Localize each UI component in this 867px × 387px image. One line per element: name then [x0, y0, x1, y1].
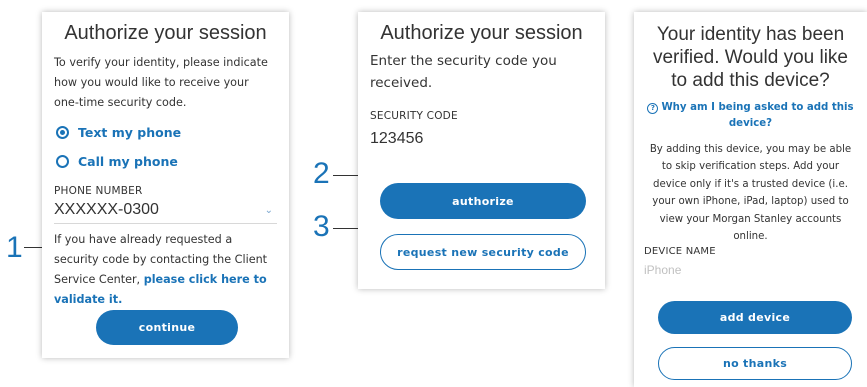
radio-unchecked-icon[interactable] — [56, 154, 69, 168]
verify-method-card: Authorize your session To verify your id… — [42, 12, 289, 358]
phone-number-value[interactable]: XXXXXX-0300 — [54, 201, 159, 219]
chevron-down-icon[interactable]: ⌄ — [265, 205, 273, 216]
continue-button[interactable]: continue — [96, 310, 238, 345]
request-new-code-button[interactable]: request new security code — [380, 234, 586, 270]
option-text-phone[interactable]: Text my phone — [54, 121, 277, 143]
phone-number-select[interactable]: XXXXXX-0300 ⌄ — [54, 197, 277, 224]
callout-1-number: 1 — [6, 231, 23, 264]
security-code-input[interactable]: 123456 — [370, 130, 593, 148]
card2-prompt: Enter the security code you received. — [370, 53, 557, 91]
card3-body: By adding this device, you may be able t… — [649, 144, 852, 243]
no-thanks-button[interactable]: no thanks — [658, 347, 852, 380]
add-device-button[interactable]: add device — [658, 301, 852, 334]
question-circle-icon[interactable]: ? — [647, 103, 659, 114]
card1-title: Authorize your session — [64, 22, 267, 44]
card3-title: Your identity has been verified. Would y… — [652, 24, 849, 91]
device-name-label: DEVICE NAME — [644, 246, 716, 258]
callout-3-number: 3 — [313, 210, 330, 243]
radio-checked-icon[interactable] — [56, 125, 69, 139]
why-add-device-text[interactable]: Why am I being asked to add this device? — [661, 102, 853, 129]
option-text-phone-label[interactable]: Text my phone — [78, 125, 181, 140]
option-call-phone[interactable]: Call my phone — [54, 150, 277, 172]
card1-intro: To verify your identity, please indicate… — [54, 56, 268, 109]
security-code-label: SECURITY CODE — [370, 110, 458, 122]
callout-2-number: 2 — [313, 157, 330, 190]
why-add-device-link[interactable]: ? Why am I being asked to add this device… — [644, 100, 857, 132]
security-code-card: Authorize your session Enter the securit… — [358, 12, 605, 289]
option-call-phone-label[interactable]: Call my phone — [78, 154, 178, 169]
authorize-button[interactable]: authorize — [380, 183, 586, 219]
card2-title: Authorize your session — [380, 22, 583, 44]
phone-number-label: PHONE NUMBER — [54, 185, 143, 197]
device-name-input[interactable]: iPhone — [644, 263, 857, 277]
card1-help-text: If you have already requested a security… — [54, 230, 277, 310]
add-device-card: Your identity has been verified. Would y… — [634, 12, 867, 387]
